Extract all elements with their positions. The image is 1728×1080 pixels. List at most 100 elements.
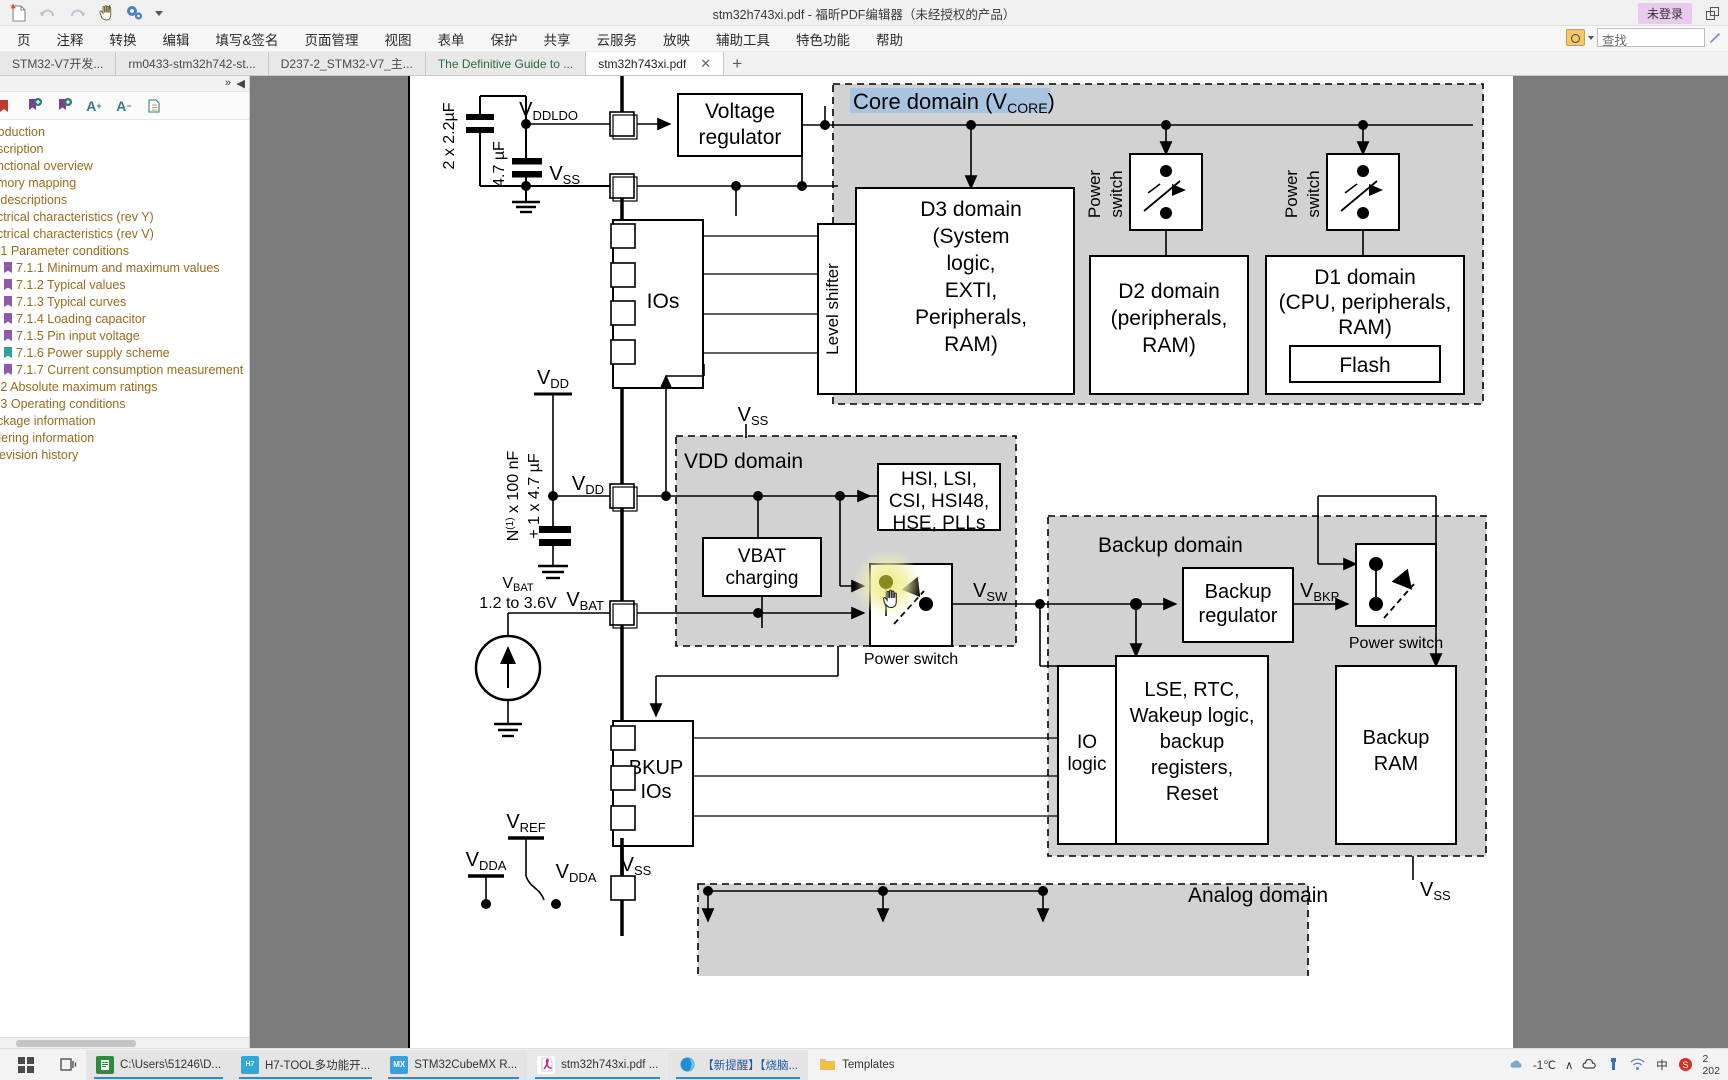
bookmark-item[interactable]: 7.1.2 Typical values: [0, 276, 249, 293]
pen-icon[interactable]: [1708, 31, 1722, 45]
taskbar-app-1[interactable]: H7 H7-TOOL多功能开...: [230, 1049, 381, 1080]
bookmark-item[interactable]: n descriptions: [0, 191, 249, 208]
window-title: stm32h743xi.pdf - 福昕PDF编辑器（未经授权的产品）: [712, 8, 1016, 22]
tray-chevron-icon[interactable]: ∧: [1565, 1058, 1573, 1072]
menu-item-10[interactable]: 云服务: [584, 27, 651, 51]
menu-item-5[interactable]: 页面管理: [292, 27, 372, 51]
decrease-font-icon[interactable]: A −: [114, 96, 134, 116]
page-layout-icon[interactable]: [144, 96, 164, 116]
security-icon[interactable]: S: [1678, 1057, 1693, 1072]
menu-item-14[interactable]: 帮助: [863, 27, 916, 51]
menu-item-4[interactable]: 填写&签名: [203, 27, 292, 51]
search-input[interactable]: 查找: [1597, 28, 1705, 48]
doc-tab-2[interactable]: D237-2_STM32-V7_主...: [268, 52, 426, 75]
app-icon: H7: [240, 1055, 259, 1074]
label-vdd-top: VDD: [537, 367, 569, 391]
task-view-button[interactable]: [52, 1056, 86, 1074]
restore-window-icon[interactable]: [1706, 6, 1720, 21]
doc-tab-1[interactable]: rm0433-stm32h742-st...: [116, 52, 269, 75]
menu-item-12[interactable]: 辅助工具: [703, 27, 783, 51]
ime-icon[interactable]: 中: [1654, 1057, 1669, 1072]
taskbar-app-label: C:\Users\51246\D...: [120, 1058, 221, 1071]
bookmark-list[interactable]: troduction escription unctional overview…: [0, 120, 249, 1037]
chevron-down-icon[interactable]: [1588, 35, 1594, 40]
bookmark-item[interactable]: 7.3 Operating conditions: [0, 395, 249, 412]
pdf-page[interactable]: 2 x 2.2µF 4.7 µF VDDLDO Voltage regulato…: [408, 76, 1513, 1048]
bookmark-item[interactable]: ectrical characteristics (rev Y): [0, 208, 249, 225]
menu-item-8[interactable]: 保护: [478, 27, 531, 51]
block-d3-domain: D3 domain: [920, 198, 1022, 221]
collapse-chevron-icon[interactable]: ◀: [237, 77, 245, 90]
block-d2-domain: D2 domain: [1118, 280, 1220, 303]
bookmark-marker-icon: [4, 347, 12, 358]
menu-item-6[interactable]: 视图: [372, 27, 425, 51]
login-status-badge[interactable]: 未登录: [1637, 3, 1692, 24]
bookmark-item[interactable]: escription: [0, 140, 249, 157]
cap-label-4.7uf-2: + 1 x 4.7 µF: [526, 453, 543, 538]
network-icon[interactable]: [1630, 1057, 1645, 1072]
svg-text:backup: backup: [1160, 731, 1225, 753]
menu-item-7[interactable]: 表单: [425, 27, 478, 51]
taskbar-app-3[interactable]: stm32h743xi.pdf ...: [527, 1049, 669, 1080]
bookmark-label: escription: [0, 141, 44, 156]
menu-item-11[interactable]: 放映: [650, 27, 703, 51]
svg-text:RAM): RAM): [944, 333, 998, 356]
bookmark-item[interactable]: unctional overview: [0, 157, 249, 174]
menu-item-9[interactable]: 共享: [531, 27, 584, 51]
bookmark-item[interactable]: 7.1 Parameter conditions: [0, 242, 249, 259]
svg-text:switch: switch: [1107, 170, 1126, 217]
onedrive-icon[interactable]: [1582, 1057, 1597, 1072]
add-bookmark-icon[interactable]: [24, 96, 44, 116]
expand-chevron-icon[interactable]: »: [225, 77, 231, 89]
app-icon: MX: [390, 1055, 409, 1074]
bookmark-item[interactable]: 7.1.1 Minimum and maximum values: [0, 259, 249, 276]
edit-bookmark-icon[interactable]: [54, 96, 74, 116]
start-button[interactable]: [0, 1056, 52, 1073]
bookmark-item[interactable]: ectrical characteristics (rev V): [0, 225, 249, 242]
bookmark-item[interactable]: 7.1.3 Typical curves: [0, 293, 249, 310]
label-vss-backup: VSS: [1420, 879, 1451, 903]
doc-tab-0[interactable]: STM32-V7开发...: [0, 52, 117, 75]
taskbar-app-0[interactable]: C:\Users\51246\D...: [86, 1049, 231, 1080]
close-icon[interactable]: ✕: [700, 56, 711, 72]
taskbar-app-2[interactable]: MX STM32CubeMX R...: [380, 1049, 528, 1080]
bookmark-item[interactable]: emory mapping: [0, 174, 249, 191]
pdf-viewer[interactable]: 2 x 2.2µF 4.7 µF VDDLDO Voltage regulato…: [250, 76, 1728, 1048]
menu-item-3[interactable]: 编辑: [150, 27, 203, 51]
menu-item-0[interactable]: 页: [4, 27, 44, 51]
bookmark-item[interactable]: 7.1.5 Pin input voltage: [0, 327, 249, 344]
cloud-icon[interactable]: [1509, 1057, 1524, 1072]
block-d1-domain: D1 domain: [1314, 266, 1416, 289]
label-vss-vdd-domain: VSS: [738, 404, 769, 428]
clock[interactable]: 2 202: [1702, 1053, 1720, 1077]
doc-tab-label: D237-2_STM32-V7_主...: [280, 57, 413, 71]
bookmark-item[interactable]: 7.2 Absolute maximum ratings: [0, 378, 249, 395]
svg-text:logic,: logic,: [946, 252, 995, 275]
new-tab-button[interactable]: +: [724, 52, 750, 75]
doc-tab-4[interactable]: stm32h743xi.pdf ✕: [586, 52, 725, 75]
label-vbat: VBAT: [566, 589, 604, 613]
svg-text:logic: logic: [1067, 754, 1106, 775]
bookmark-item[interactable]: 7.1.4 Loading capacitor: [0, 310, 249, 327]
increase-font-icon[interactable]: A +: [84, 96, 104, 116]
menu-item-1[interactable]: 注释: [44, 27, 97, 51]
search-icon[interactable]: [1566, 29, 1585, 46]
bookmark-item[interactable]: troduction: [0, 123, 249, 140]
bookmark-item[interactable]: rdering information: [0, 429, 249, 446]
menu-item-13[interactable]: 特色功能: [783, 27, 863, 51]
usb-icon[interactable]: [1606, 1057, 1621, 1072]
bookmark-marker-icon: [4, 296, 12, 307]
bookmark-horizontal-scrollbar[interactable]: [0, 1037, 249, 1048]
menu-item-2[interactable]: 转换: [97, 27, 150, 51]
label-vbat-src: VBAT: [502, 575, 534, 594]
bookmark-item[interactable]: 7.1.7 Current consumption measurement: [0, 361, 249, 378]
taskbar-app-5[interactable]: Templates: [808, 1050, 904, 1080]
doc-tab-3[interactable]: The Definitive Guide to ...: [425, 52, 587, 75]
bookmark-item[interactable]: ackage information: [0, 412, 249, 429]
taskbar-app-4[interactable]: 【新提醒】【烧脑...: [668, 1049, 809, 1080]
bookmark-item-power-supply-scheme[interactable]: 7.1.6 Power supply scheme: [0, 344, 249, 361]
bookmark-icon[interactable]: [0, 96, 14, 116]
bookmark-item[interactable]: Revision history: [0, 446, 249, 463]
bookmark-label: ectrical characteristics (rev V): [0, 226, 154, 241]
bookmark-label: ectrical characteristics (rev Y): [0, 209, 154, 224]
